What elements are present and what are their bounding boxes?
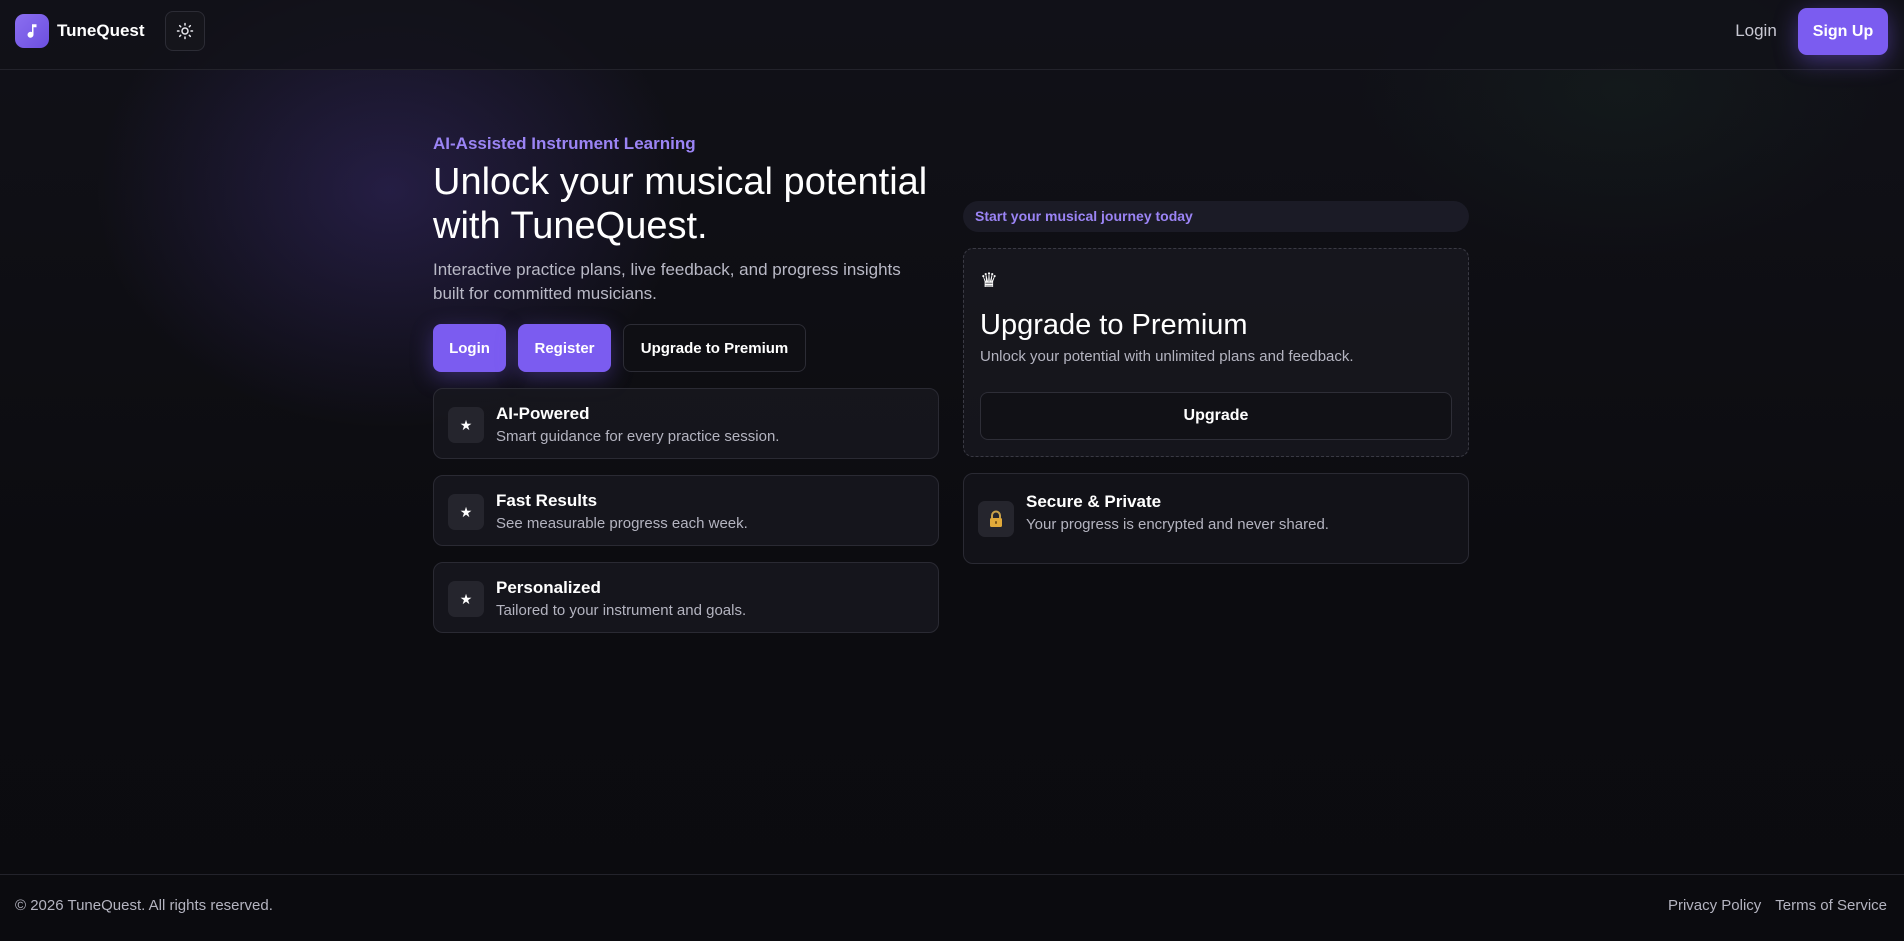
brand-name[interactable]: TuneQuest: [57, 21, 145, 41]
feature-description: Smart guidance for every practice sessio…: [496, 428, 780, 445]
upgrade-button[interactable]: Upgrade: [980, 392, 1452, 440]
secure-title: Secure & Private: [1026, 492, 1162, 511]
sun-icon: [176, 22, 194, 40]
feature-card-personalized: ★ Personalized Tailored to your instrume…: [433, 562, 939, 633]
secure-description: Your progress is encrypted and never sha…: [1026, 516, 1329, 533]
footer-links: Privacy Policy Terms of Service: [1668, 897, 1887, 914]
terms-of-service-link[interactable]: Terms of Service: [1775, 897, 1887, 914]
secure-card: Secure & Private Your progress is encryp…: [963, 473, 1469, 564]
hero-upgrade-button[interactable]: Upgrade to Premium: [623, 324, 806, 372]
nav-login-link[interactable]: Login: [1720, 21, 1792, 43]
crown-icon: ♛: [980, 270, 998, 292]
signup-button[interactable]: Sign Up: [1798, 8, 1888, 55]
feature-title: Personalized: [496, 578, 601, 597]
hero-subtitle: Interactive practice plans, live feedbac…: [433, 260, 901, 303]
privacy-policy-link[interactable]: Privacy Policy: [1668, 897, 1761, 914]
footer: © 2026 TuneQuest. All rights reserved. P…: [0, 874, 1904, 941]
feature-description: Tailored to your instrument and goals.: [496, 602, 747, 619]
hero-register-button[interactable]: Register: [518, 324, 611, 372]
journey-badge: Start your musical journey today: [963, 201, 1469, 232]
background-glow: [0, 0, 1904, 941]
copyright-text: © 2026 TuneQuest. All rights reserved.: [15, 897, 273, 914]
top-nav: TuneQuest Login Sign Up: [0, 0, 1904, 70]
premium-description: Unlock your potential with unlimited pla…: [980, 348, 1354, 365]
premium-card: ♛ Upgrade to Premium Unlock your potenti…: [963, 248, 1469, 457]
lock-icon: [978, 501, 1014, 537]
feature-card-fast-results: ★ Fast Results See measurable progress e…: [433, 475, 939, 546]
hero-button-row: Login Register Upgrade to Premium: [433, 324, 806, 372]
music-note-icon[interactable]: [15, 14, 49, 48]
star-icon: ★: [448, 407, 484, 443]
feature-title: AI-Powered: [496, 404, 590, 423]
star-icon: ★: [448, 581, 484, 617]
hero-eyebrow: AI-Assisted Instrument Learning: [433, 134, 696, 153]
star-icon: ★: [448, 494, 484, 530]
feature-description: See measurable progress each week.: [496, 515, 748, 532]
feature-title: Fast Results: [496, 491, 598, 510]
theme-toggle-button[interactable]: [165, 11, 205, 51]
feature-card-ai-powered: ★ AI-Powered Smart guidance for every pr…: [433, 388, 939, 459]
premium-title: Upgrade to Premium: [980, 309, 1248, 341]
hero-title: Unlock your musical potential with TuneQ…: [433, 161, 928, 247]
hero-login-button[interactable]: Login: [433, 324, 506, 372]
